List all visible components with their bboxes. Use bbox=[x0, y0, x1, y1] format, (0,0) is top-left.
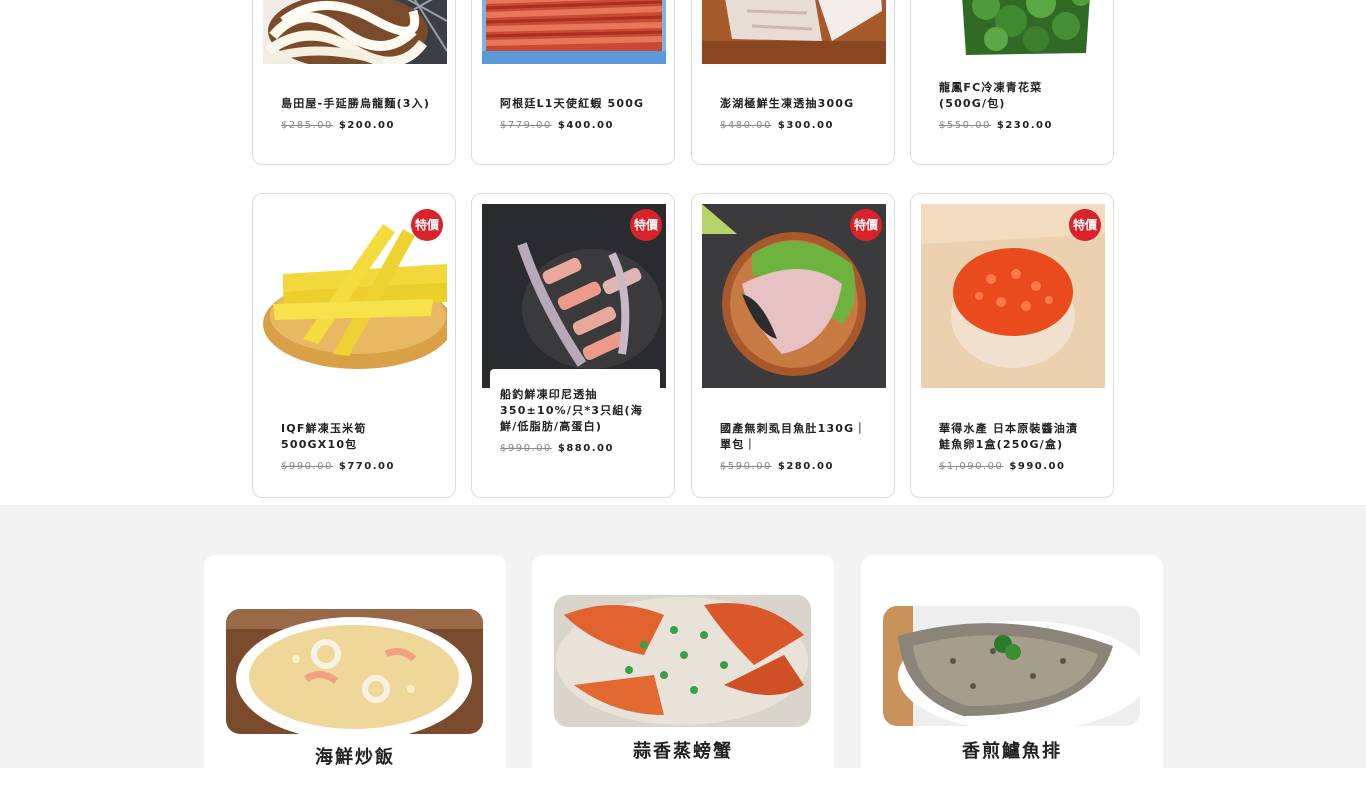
pan-fried-seabass-photo[interactable] bbox=[883, 606, 1140, 726]
sale-price: $770.00 bbox=[338, 461, 395, 472]
udon-noodles-photo[interactable] bbox=[263, 0, 447, 64]
original-price: $779.00 bbox=[500, 120, 552, 131]
product-name[interactable]: IQF鮮凍玉米筍 500GX10包 bbox=[281, 421, 431, 453]
recipe-card[interactable]: 香煎鱸魚排 bbox=[861, 555, 1163, 785]
product-card[interactable]: 澎湖極鮮生凍透抽300G $480.00 $300.00 bbox=[691, 0, 895, 165]
sale-price: $990.00 bbox=[1009, 461, 1066, 472]
product-price: $590.00 $280.00 bbox=[720, 461, 834, 472]
sale-price: $400.00 bbox=[557, 120, 614, 131]
special-price-badge: 特價 bbox=[850, 209, 882, 241]
sale-price: $230.00 bbox=[996, 120, 1053, 131]
product-price: $990.00 $880.00 bbox=[500, 443, 614, 454]
product-card[interactable]: 特價 IQF鮮凍玉米筍 500GX10包 $990.00 $770.00 bbox=[252, 193, 456, 498]
product-name[interactable]: 華得水產 日本原裝醬油漬鮭魚卵1盒(250G/盒) bbox=[939, 421, 1089, 453]
product-price: $550.00 $230.00 bbox=[939, 120, 1053, 131]
recipe-section: 海鮮炒飯 蒜香蒸螃蟹 香煎鱸魚排 bbox=[0, 505, 1366, 785]
seafood-fried-rice-photo[interactable] bbox=[226, 609, 483, 734]
product-card[interactable]: 島田屋-手延勝烏龍麵(3入) $285.00 $200.00 bbox=[252, 0, 456, 165]
sale-price: $300.00 bbox=[777, 120, 834, 131]
product-name[interactable]: 龍鳳FC冷凍青花菜(500G/包) bbox=[939, 80, 1089, 112]
special-price-badge: 特價 bbox=[411, 209, 443, 241]
sale-price: $880.00 bbox=[557, 443, 614, 454]
sale-price: $200.00 bbox=[338, 120, 395, 131]
original-price: $285.00 bbox=[281, 120, 333, 131]
recipe-title[interactable]: 香煎鱸魚排 bbox=[861, 737, 1163, 763]
sale-price: $280.00 bbox=[777, 461, 834, 472]
original-price: $590.00 bbox=[720, 461, 772, 472]
special-price-badge: 特價 bbox=[1069, 209, 1101, 241]
product-card[interactable]: 龍鳳FC冷凍青花菜(500G/包) $550.00 $230.00 bbox=[910, 0, 1114, 165]
product-price: $285.00 $200.00 bbox=[281, 120, 395, 131]
broccoli-bag-photo[interactable] bbox=[921, 0, 1105, 59]
product-name[interactable]: 國產無刺虱目魚肚130G｜單包｜ bbox=[720, 421, 870, 453]
squid-pack-photo[interactable] bbox=[702, 0, 886, 64]
product-price: $1,090.00 $990.00 bbox=[939, 461, 1065, 472]
original-price: $990.00 bbox=[281, 461, 333, 472]
product-price: $779.00 $400.00 bbox=[500, 120, 614, 131]
product-grid: 島田屋-手延勝烏龍麵(3入) $285.00 $200.00 阿根廷L1天使紅蝦 … bbox=[0, 0, 1366, 505]
garlic-steamed-crab-photo[interactable] bbox=[554, 595, 811, 727]
original-price: $1,090.00 bbox=[939, 461, 1004, 472]
original-price: $480.00 bbox=[720, 120, 772, 131]
recipe-title[interactable]: 海鮮炒飯 bbox=[204, 743, 506, 769]
original-price: $550.00 bbox=[939, 120, 991, 131]
product-price: $480.00 $300.00 bbox=[720, 120, 834, 131]
product-name[interactable]: 阿根廷L1天使紅蝦 500G bbox=[500, 96, 660, 112]
product-card[interactable]: 阿根廷L1天使紅蝦 500G $779.00 $400.00 bbox=[471, 0, 675, 165]
product-card[interactable]: 特價 船釣鮮凍印尼透抽350±10%/只*3只組(海鮮/低脂肪/高蛋白) $99… bbox=[471, 193, 675, 498]
recipe-card[interactable]: 海鮮炒飯 bbox=[204, 555, 506, 785]
product-price: $990.00 $770.00 bbox=[281, 461, 395, 472]
product-name[interactable]: 島田屋-手延勝烏龍麵(3入) bbox=[281, 96, 441, 112]
product-name[interactable]: 澎湖極鮮生凍透抽300G bbox=[720, 96, 880, 112]
product-card[interactable]: 特價 華得水產 日本原裝醬油漬鮭魚卵1盒(250G/盒) $1,090.00 $9… bbox=[910, 193, 1114, 498]
special-price-badge: 特價 bbox=[630, 209, 662, 241]
red-shrimp-photo[interactable] bbox=[482, 0, 666, 64]
recipe-card[interactable]: 蒜香蒸螃蟹 bbox=[532, 555, 834, 785]
product-name[interactable]: 船釣鮮凍印尼透抽350±10%/只*3只組(海鮮/低脂肪/高蛋白) bbox=[500, 387, 652, 435]
product-card[interactable]: 特價 國產無刺虱目魚肚130G｜單包｜ $590.00 $280.00 bbox=[691, 193, 895, 498]
original-price: $990.00 bbox=[500, 443, 552, 454]
recipe-title[interactable]: 蒜香蒸螃蟹 bbox=[532, 737, 834, 763]
